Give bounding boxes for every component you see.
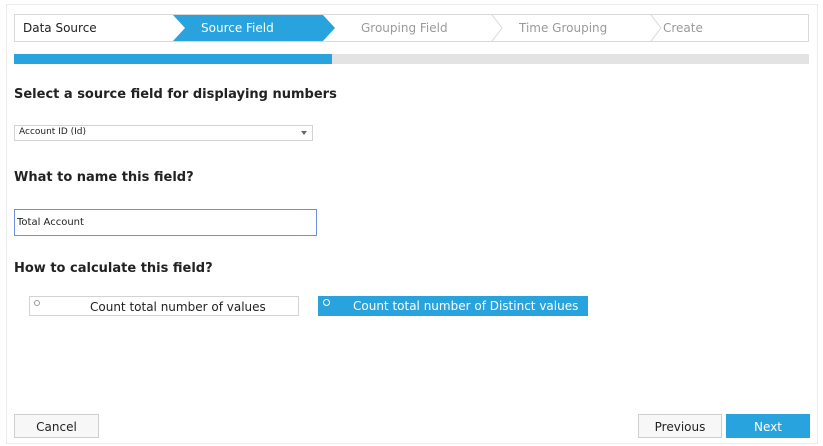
calculation-heading: How to calculate this field? xyxy=(14,261,213,276)
cancel-button[interactable]: Cancel xyxy=(14,414,99,438)
source-field-selected-value: Account ID (Id) xyxy=(19,127,87,137)
radio-icon xyxy=(34,300,40,306)
step-grouping-field[interactable]: Grouping Field xyxy=(335,15,493,41)
step-label: Grouping Field xyxy=(361,21,448,35)
next-button[interactable]: Next xyxy=(726,414,810,438)
previous-button[interactable]: Previous xyxy=(638,414,722,438)
step-create[interactable]: Create xyxy=(651,15,808,41)
field-name-heading: What to name this field? xyxy=(14,170,194,185)
step-label: Create xyxy=(663,21,703,35)
source-field-heading: Select a source field for displaying num… xyxy=(14,87,337,102)
wizard-progress-bar xyxy=(14,54,809,64)
chevron-down-icon xyxy=(301,131,307,135)
option-count-distinct-values[interactable]: Count total number of Distinct values xyxy=(318,296,588,316)
step-data-source[interactable]: Data Source xyxy=(15,15,175,41)
option-count-values[interactable]: Count total number of values xyxy=(29,296,299,316)
step-time-grouping[interactable]: Time Grouping xyxy=(493,15,651,41)
step-source-field[interactable]: Source Field xyxy=(173,15,335,41)
wizard-steps: Data Source Source Field Grouping Field … xyxy=(14,14,809,42)
source-field-select[interactable]: Account ID (Id) xyxy=(14,125,313,141)
progress-fill xyxy=(14,54,332,64)
option-label: Count total number of Distinct values xyxy=(353,299,579,313)
radio-selected-icon xyxy=(323,299,330,306)
step-label: Source Field xyxy=(201,21,274,35)
step-label: Time Grouping xyxy=(519,21,608,35)
step-label: Data Source xyxy=(23,21,97,35)
field-name-input[interactable] xyxy=(14,209,317,236)
option-label: Count total number of values xyxy=(90,300,266,314)
